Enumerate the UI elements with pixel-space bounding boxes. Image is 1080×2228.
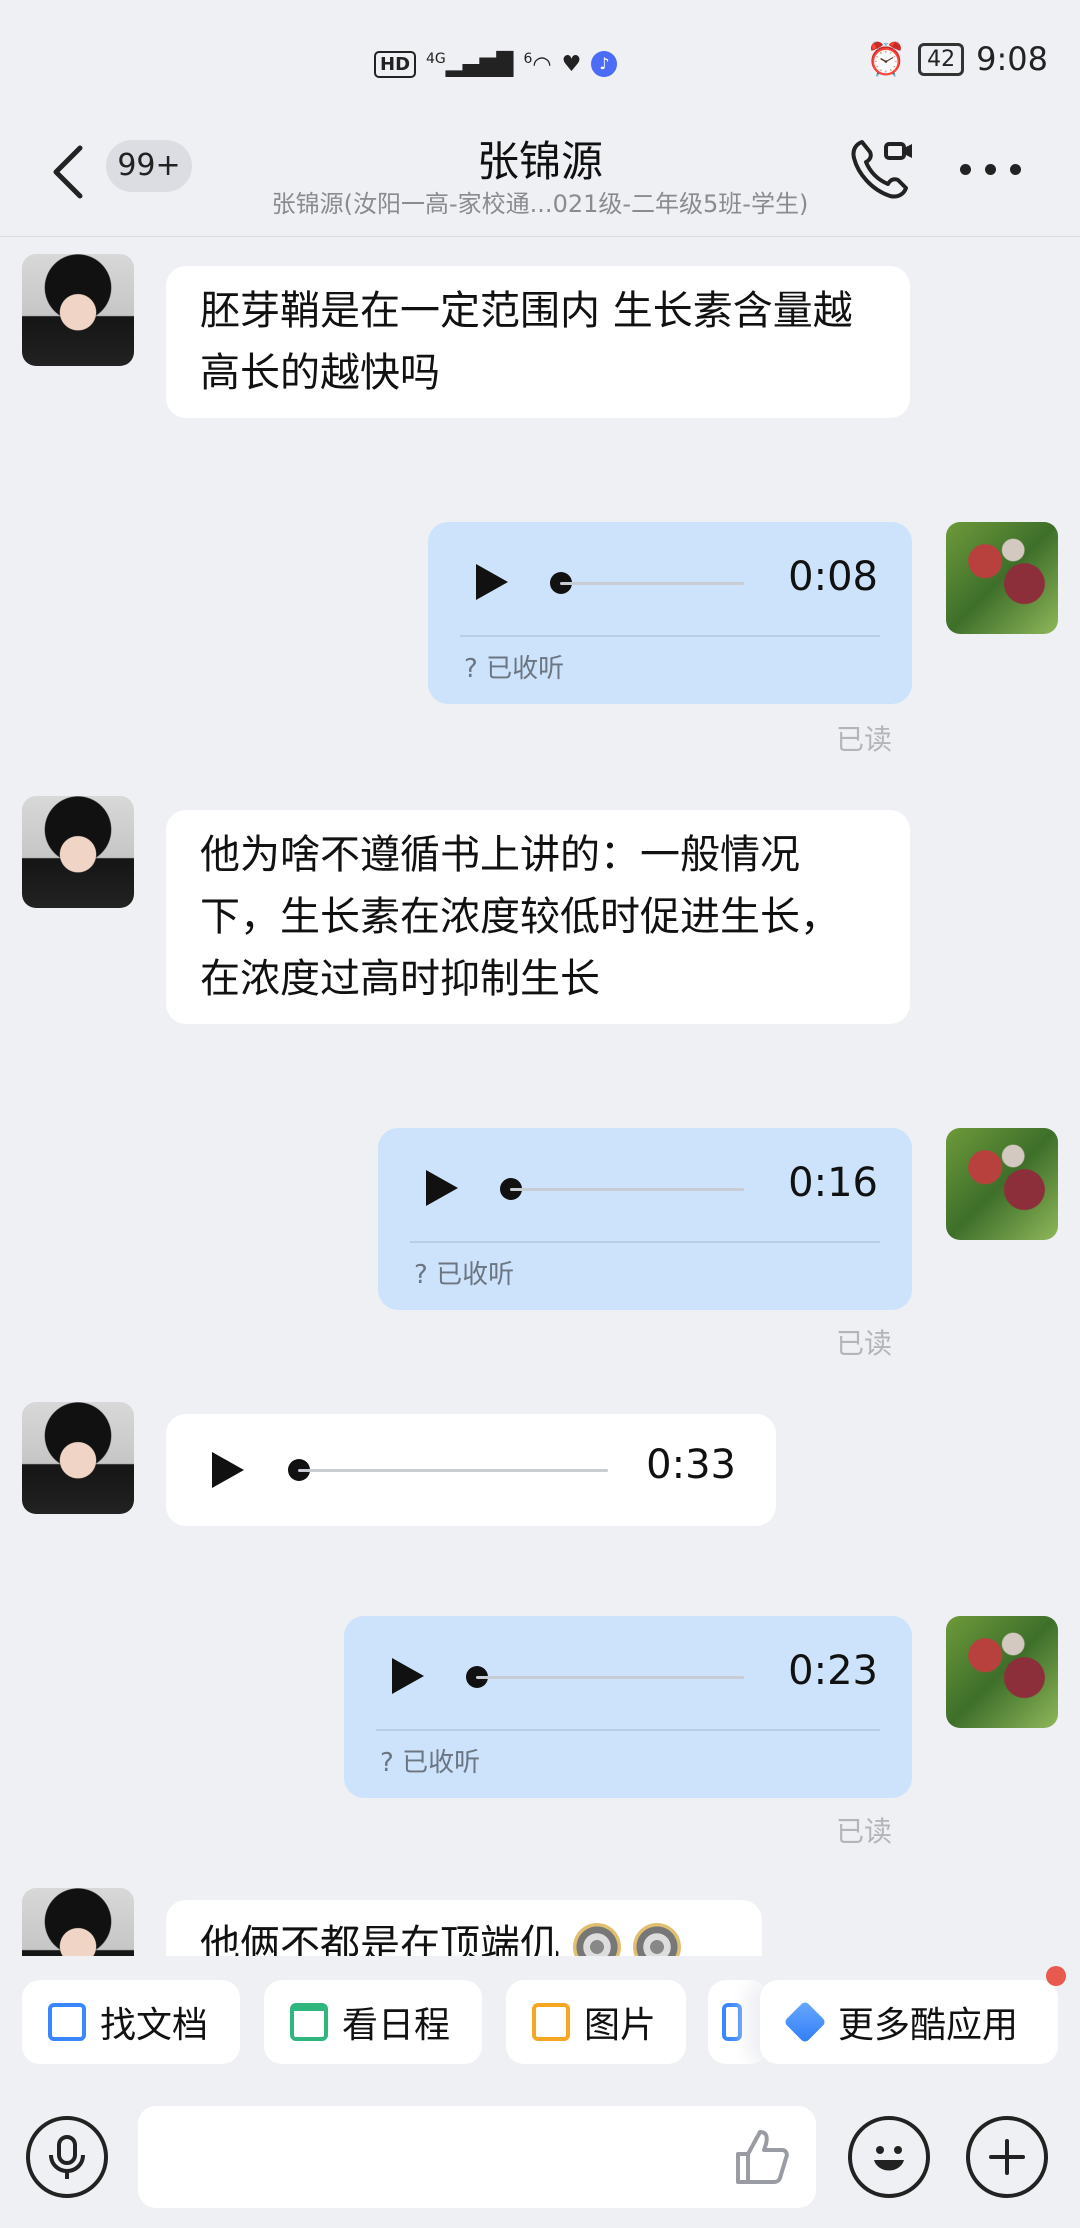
listened-status: ? 已收听 (414, 1260, 515, 1290)
contact-name[interactable]: 张锦源 (0, 128, 1080, 189)
clock-time: 9:08 (976, 40, 1048, 78)
text-message[interactable]: 他俩不都是在顶端仉 (166, 1900, 762, 1956)
read-receipt: 已读 (836, 1815, 893, 1848)
doc-search-icon (48, 2003, 86, 2041)
status-right: ⏰ 42 9:08 (866, 40, 1048, 78)
battery-icon: 42 (918, 42, 965, 76)
ear-icon: ? (414, 1260, 428, 1290)
divider (376, 1729, 880, 1731)
voice-duration: 0:08 (788, 554, 878, 600)
partial-icon (722, 2003, 742, 2041)
image-icon (532, 2003, 570, 2041)
wifi-icon: 6◠ (523, 50, 552, 78)
voice-input-button[interactable] (26, 2116, 108, 2198)
thumbs-up-icon[interactable] (730, 2126, 792, 2188)
my-avatar[interactable] (946, 1128, 1058, 1240)
quick-action-label: 看日程 (342, 2005, 451, 2046)
status-bar: HD 4G▂▄▆█ 6◠ ♥ ♪ ⏰ 42 9:08 (0, 0, 1080, 124)
text-message[interactable]: 胚芽鞘是在一定范围内 生长素含量越高长的越快吗 (166, 266, 910, 418)
quick-action-label: 找文档 (100, 2005, 209, 2046)
contact-avatar[interactable] (22, 796, 134, 908)
chat-header: 99+ 张锦源 张锦源(汝阳一高-家校通...021级-二年级5班-学生) (0, 124, 1080, 237)
calendar-icon (290, 2003, 328, 2041)
call-icon[interactable] (848, 134, 916, 202)
quick-action-label: 更多酷应用 (838, 2005, 1019, 2046)
ear-icon: ? (464, 654, 478, 684)
more-apps-button[interactable]: 更多酷应用 (760, 1966, 1066, 2064)
alarm-icon: ⏰ (866, 40, 907, 78)
input-bar (0, 2086, 1080, 2228)
chat-messages[interactable]: 胚芽鞘是在一定范围内 生长素含量越高长的越快吗 0:08 ? 已收听 已读 他为… (0, 236, 1080, 1956)
play-icon[interactable] (392, 1658, 424, 1694)
emoji-button[interactable] (848, 2116, 930, 2198)
plus-icon (989, 2139, 1025, 2175)
read-receipt: 已读 (836, 1327, 893, 1360)
partial-action-button[interactable] (708, 1980, 768, 2064)
add-button[interactable] (966, 2116, 1048, 2198)
listened-status: ? 已收听 (380, 1748, 481, 1778)
play-icon[interactable] (476, 564, 508, 600)
music-icon: ♪ (591, 51, 618, 77)
quick-action-label: 图片 (584, 2005, 657, 2046)
status-left-icons: HD 4G▂▄▆█ 6◠ ♥ ♪ (374, 44, 618, 84)
find-document-button[interactable]: 找文档 (22, 1980, 240, 2064)
ear-icon: ? (380, 1748, 394, 1778)
voice-duration: 0:33 (646, 1442, 736, 1488)
notification-dot (1046, 1966, 1066, 1986)
my-avatar[interactable] (946, 522, 1058, 634)
contact-avatar[interactable] (22, 1888, 134, 1956)
images-button[interactable]: 图片 (506, 1980, 686, 2064)
progress-track[interactable] (560, 582, 744, 585)
voice-duration: 0:23 (788, 1648, 878, 1694)
divider (410, 1241, 880, 1243)
contact-avatar[interactable] (22, 1402, 134, 1514)
heart-icon: ♥ (561, 51, 582, 77)
text-message[interactable]: 他为啥不遵循书上讲的：一般情况下，生长素在浓度较低时促进生长，在浓度过高时抑制生… (166, 810, 910, 1024)
voice-message[interactable]: 0:16 ? 已收听 (378, 1128, 912, 1310)
progress-track[interactable] (298, 1469, 608, 1472)
my-avatar[interactable] (946, 1616, 1058, 1728)
play-icon[interactable] (212, 1452, 244, 1488)
emoji-icon (572, 1923, 621, 1956)
play-icon[interactable] (426, 1170, 458, 1206)
smiley-icon (874, 2146, 904, 2171)
voice-message[interactable]: 0:23 ? 已收听 (344, 1616, 912, 1798)
contact-subtitle: 张锦源(汝阳一高-家校通...021级-二年级5班-学生) (271, 190, 809, 218)
quick-actions-bar: 找文档 看日程 图片 更多酷应用 (0, 1956, 1080, 2086)
hd-icon: HD (374, 50, 417, 78)
more-options-icon[interactable] (960, 164, 1021, 175)
signal-4g-icon: 4G▂▄▆█ (426, 50, 514, 78)
apps-icon (783, 2000, 827, 2044)
voice-message[interactable]: 0:08 ? 已收听 (428, 522, 912, 704)
view-schedule-button[interactable]: 看日程 (264, 1980, 482, 2064)
voice-message[interactable]: 0:33 (166, 1414, 776, 1526)
voice-duration: 0:16 (788, 1160, 878, 1206)
divider (460, 635, 880, 637)
progress-track[interactable] (510, 1188, 744, 1191)
read-receipt: 已读 (836, 723, 893, 756)
message-input[interactable] (138, 2106, 816, 2208)
progress-track[interactable] (476, 1676, 744, 1679)
contact-avatar[interactable] (22, 254, 134, 366)
microphone-icon (49, 2135, 85, 2179)
listened-status: ? 已收听 (464, 654, 565, 684)
emoji-icon (633, 1923, 682, 1956)
